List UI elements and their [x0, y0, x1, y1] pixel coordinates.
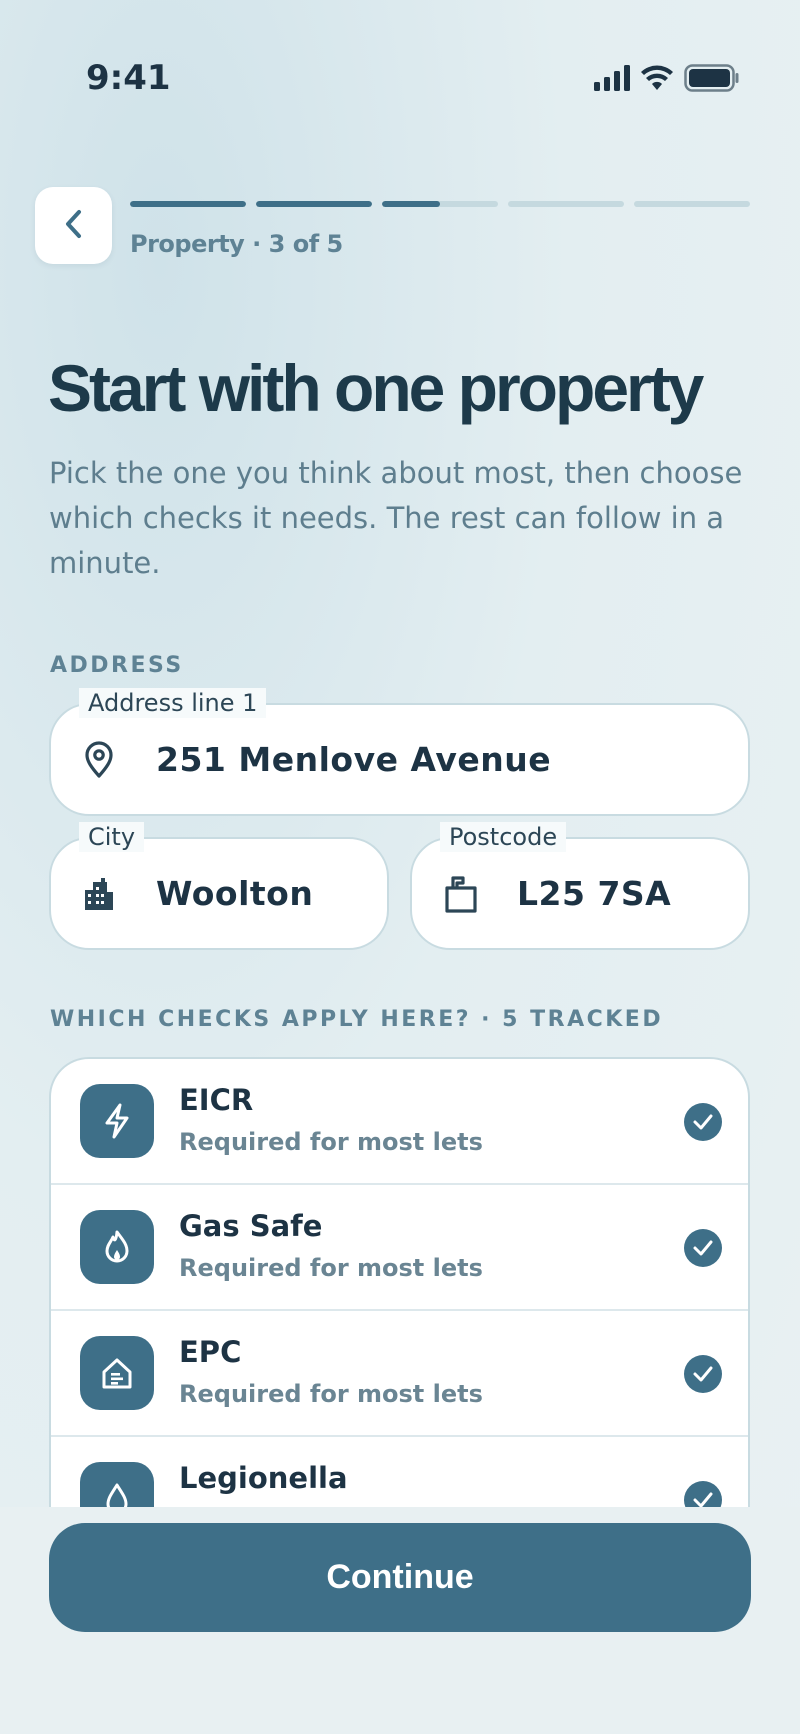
check-item-legionella[interactable]: Legionella: [51, 1437, 748, 1507]
check-subtitle: Required for most lets: [179, 1128, 483, 1156]
mailbox-icon: [442, 874, 480, 914]
wifi-icon: [640, 65, 674, 95]
check-subtitle: Required for most lets: [179, 1380, 483, 1408]
location-pin-icon: [81, 740, 117, 779]
progress-segment-fill: [130, 201, 246, 207]
city-buildings-icon: [81, 876, 117, 912]
checkmark-icon[interactable]: [684, 1481, 722, 1507]
city-value: Woolton: [156, 874, 314, 913]
back-button[interactable]: [35, 187, 112, 264]
page-title: Start with one property: [48, 351, 704, 425]
check-item-eicr[interactable]: EICR Required for most lets: [51, 1059, 748, 1185]
checkmark-icon[interactable]: [684, 1103, 722, 1141]
check-name: Legionella: [179, 1461, 348, 1495]
address-line1-field[interactable]: Address line 1 251 Menlove Avenue: [49, 688, 750, 816]
house-energy-icon: [80, 1336, 154, 1410]
chevron-left-icon: [62, 208, 86, 244]
progress-segment-fill: [382, 201, 440, 207]
check-name: EPC: [179, 1335, 242, 1369]
postcode-value: L25 7SA: [517, 874, 672, 913]
checks-section-label: WHICH CHECKS APPLY HERE? · 5 TRACKED: [50, 1007, 664, 1032]
status-icons: [594, 64, 740, 96]
address-line1-label: Address line 1: [79, 688, 267, 718]
page-subtitle: Pick the one you think about most, then …: [49, 456, 743, 580]
city-label: City: [79, 822, 145, 852]
battery-icon: [684, 64, 740, 96]
progress-segment-4: [508, 201, 624, 207]
progress-segment-fill: [256, 201, 372, 207]
continue-button[interactable]: Continue: [49, 1523, 751, 1632]
step-label: Property · 3 of 5: [130, 230, 343, 258]
check-subtitle: Required for most lets: [179, 1254, 483, 1282]
step-progress: [130, 201, 750, 207]
check-name: Gas Safe: [179, 1209, 323, 1243]
progress-segment-2: [256, 201, 372, 207]
progress-segment-3: [382, 201, 498, 207]
lightning-icon: [80, 1084, 154, 1158]
status-time: 9:41: [86, 58, 171, 98]
checks-list: EICR Required for most lets Gas Safe Req…: [49, 1057, 750, 1507]
city-field[interactable]: City Woolton: [49, 822, 389, 950]
check-name: EICR: [179, 1083, 254, 1117]
checkmark-icon[interactable]: [684, 1229, 722, 1267]
address-line1-value: 251 Menlove Avenue: [156, 740, 552, 779]
water-drop-icon: [80, 1462, 154, 1507]
check-item-gas-safe[interactable]: Gas Safe Required for most lets: [51, 1185, 748, 1311]
flame-icon: [80, 1210, 154, 1284]
postcode-label: Postcode: [440, 822, 567, 852]
check-item-epc[interactable]: EPC Required for most lets: [51, 1311, 748, 1437]
status-bar: 9:41: [0, 0, 800, 160]
postcode-field[interactable]: Postcode L25 7SA: [410, 822, 750, 950]
progress-segment-5: [634, 201, 750, 207]
checkmark-icon[interactable]: [684, 1355, 722, 1393]
cellular-signal-icon: [594, 65, 630, 95]
progress-segment-1: [130, 201, 246, 207]
address-section-label: ADDRESS: [50, 653, 184, 678]
